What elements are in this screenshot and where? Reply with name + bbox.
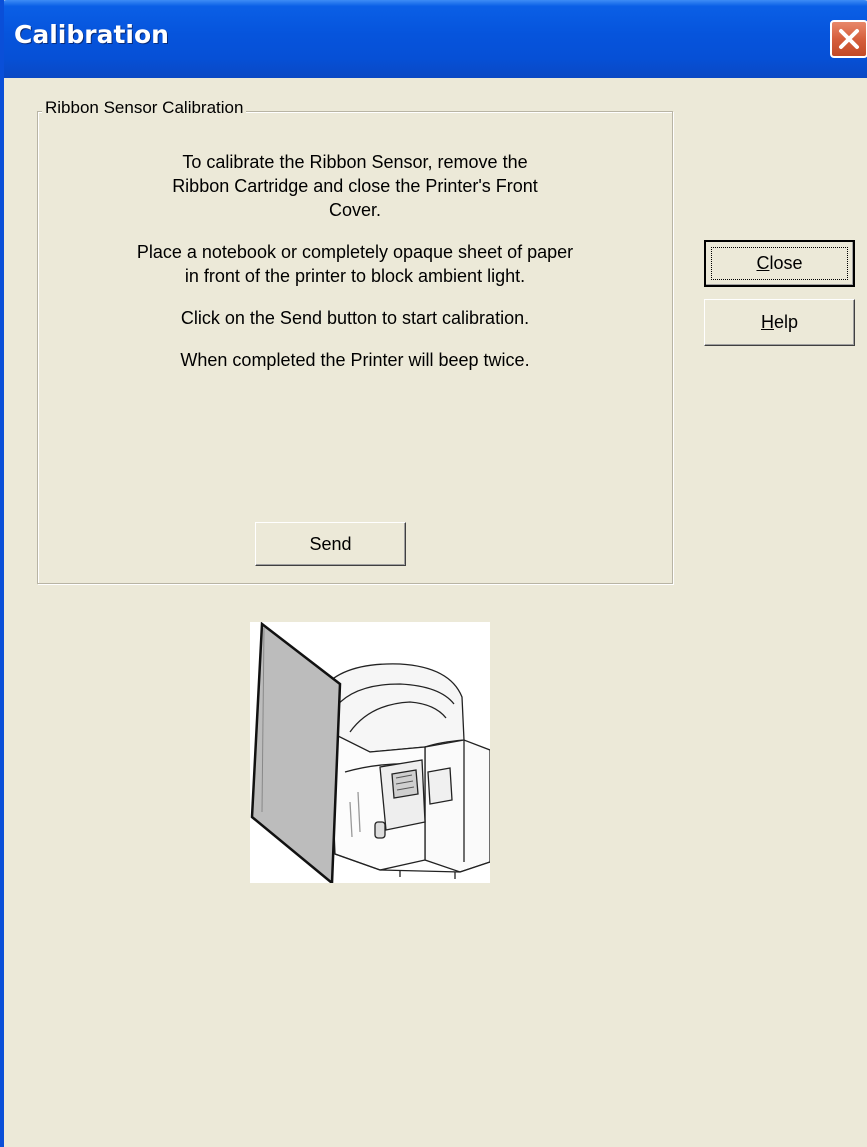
title-bar[interactable]: Calibration — [4, 0, 867, 78]
close-icon — [839, 29, 859, 49]
instruction-2: Place a notebook or completely opaque sh… — [136, 242, 574, 286]
calibration-dialog: Calibration Ribbon Sensor Calibration To… — [0, 0, 867, 1147]
send-button-label: Send — [309, 533, 352, 554]
help-button-label: Help — [760, 312, 799, 332]
printer-illustration — [250, 621, 491, 886]
title-close-button[interactable] — [830, 20, 867, 58]
close-button[interactable]: Close — [704, 240, 855, 287]
groupbox-label: Ribbon Sensor Calibration — [42, 98, 247, 118]
focus-rectangle — [711, 247, 848, 280]
instruction-4: When completed the Printer will beep twi… — [180, 350, 530, 370]
instruction-3: Click on the Send button to start calibr… — [180, 308, 530, 328]
printer-with-sheet-icon — [250, 621, 491, 886]
instructions-text: To calibrate the Ribbon Sensor, remove t… — [38, 150, 672, 390]
send-button[interactable]: Send — [255, 522, 406, 566]
help-button[interactable]: Help — [704, 299, 855, 346]
window-title: Calibration — [14, 20, 169, 49]
instruction-1: To calibrate the Ribbon Sensor, remove t… — [172, 152, 538, 220]
